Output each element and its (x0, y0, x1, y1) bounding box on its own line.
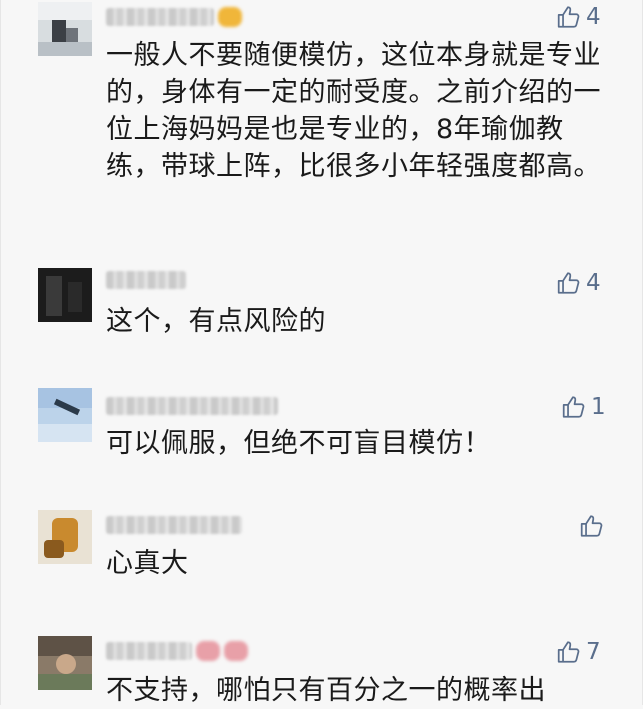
commenter-name[interactable] (106, 269, 186, 291)
like-button[interactable]: 4 (556, 268, 601, 298)
avatar[interactable] (38, 268, 92, 322)
like-count: 4 (586, 4, 601, 30)
thumbs-up-icon (562, 396, 585, 418)
avatar[interactable] (38, 636, 92, 690)
comment-text: 心真大 (106, 548, 189, 579)
comment-text: 不支持，哪怕只有百分之一的概率出 (106, 675, 546, 706)
comments-list: 4 一般人不要随便模仿，这位本身就是专业的，身体有一定的耐受度。之前介绍的一位上… (0, 0, 643, 706)
like-button[interactable]: 7 (556, 637, 601, 667)
comment-text: 这个，有点风险的 (106, 306, 326, 337)
commenter-name[interactable] (106, 395, 278, 417)
avatar[interactable] (38, 2, 92, 56)
avatar[interactable] (38, 510, 92, 564)
thumbs-up-icon (557, 641, 580, 663)
comment-text: 一般人不要随便模仿，这位本身就是专业的，身体有一定的耐受度。之前介绍的一位上海妈… (106, 40, 601, 182)
like-button[interactable] (579, 511, 609, 541)
thumbs-up-icon (557, 272, 580, 294)
comment-text: 可以佩服，但绝不可盲目模仿！ (106, 428, 491, 459)
like-count: 7 (586, 639, 601, 665)
avatar[interactable] (38, 388, 92, 442)
thumbs-up-icon (557, 6, 580, 28)
like-count: 1 (591, 394, 606, 420)
like-count: 4 (586, 270, 601, 296)
like-button[interactable]: 4 (556, 2, 601, 32)
commenter-name[interactable] (106, 640, 248, 662)
thumbs-up-icon (580, 515, 603, 537)
commenter-name[interactable] (106, 514, 242, 536)
like-button[interactable]: 1 (561, 392, 606, 422)
commenter-name[interactable] (106, 6, 242, 28)
